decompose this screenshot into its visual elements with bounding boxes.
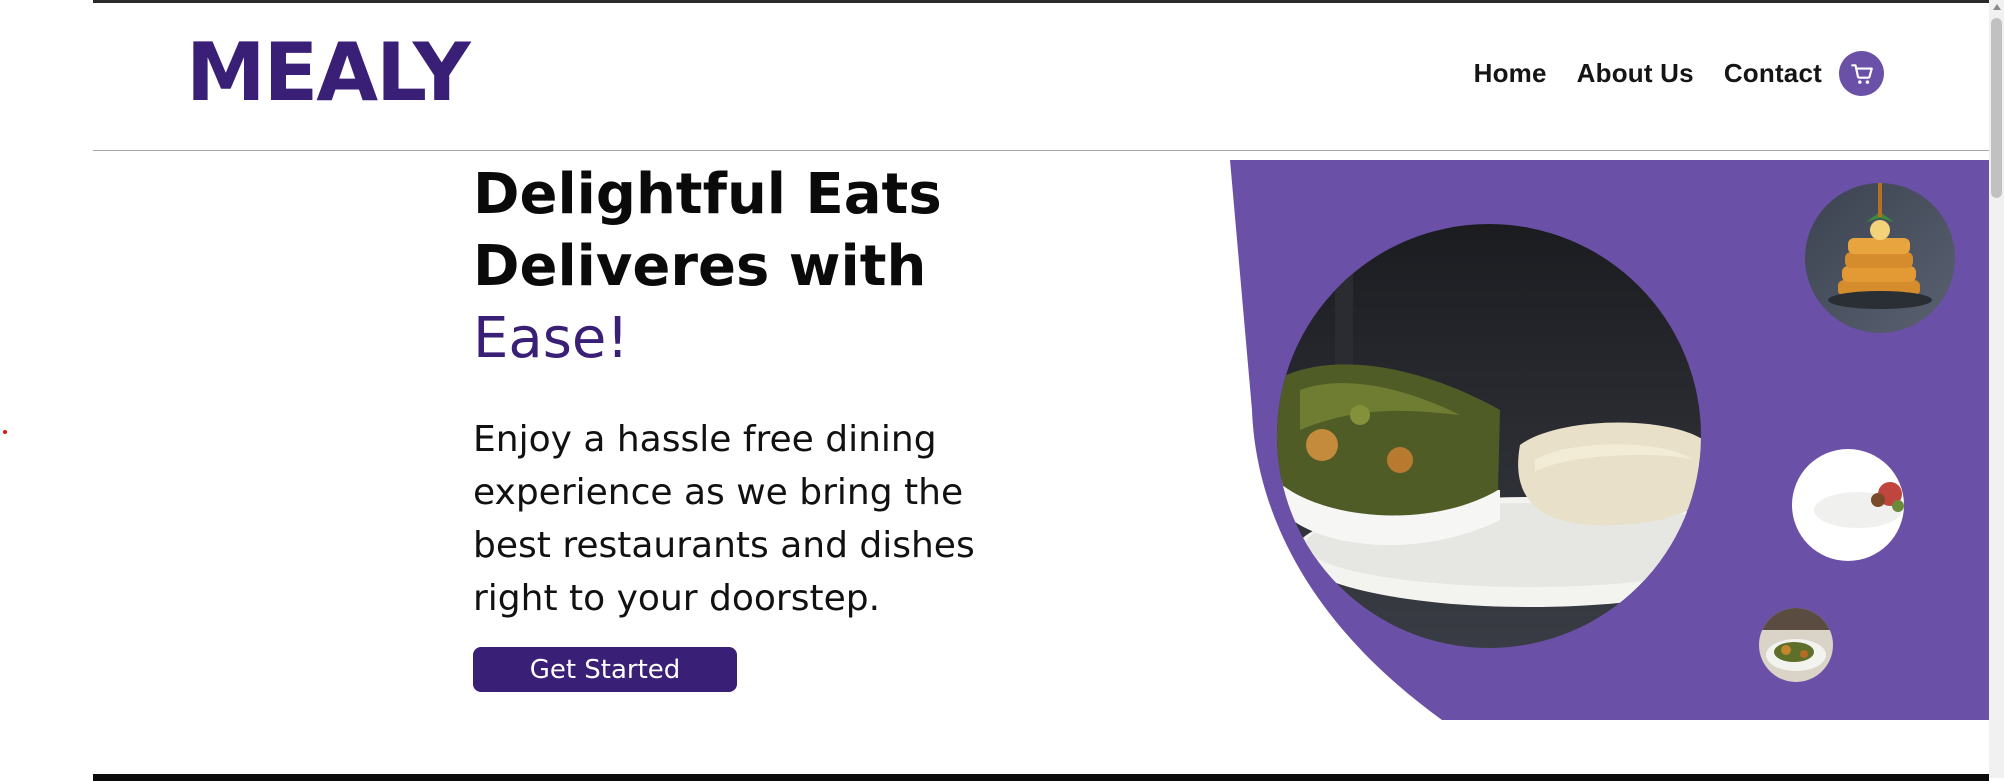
hero-subtext: Enjoy a hassle free dining experience as… — [473, 419, 975, 619]
red-dot-marker — [3, 430, 7, 434]
cart-icon — [1850, 63, 1873, 84]
hero-copy: Delightful Eats Deliveres with Ease! Enj… — [473, 159, 1033, 661]
main-nav: Home About Us Contact — [1444, 51, 1884, 96]
restaurant-meal-image — [1759, 608, 1833, 682]
site-header: MEALY Home About Us Contact — [93, 3, 1989, 151]
page: MEALY Home About Us Contact Delightful E… — [93, 0, 1990, 781]
headline-line-2: Deliveres with — [473, 234, 927, 299]
scroll-thumb[interactable] — [1991, 18, 2002, 198]
hero-art-svg — [1230, 160, 1990, 720]
nav-home[interactable]: Home — [1474, 58, 1547, 89]
scroll-up-arrow-icon[interactable] — [1993, 4, 2001, 10]
brand-logo[interactable]: MEALY — [186, 33, 471, 113]
hero-headline: Delightful Eats Deliveres with Ease! — [473, 159, 1033, 375]
pancakes-image — [1805, 183, 1955, 333]
page-scrollbar[interactable] — [1989, 0, 2004, 778]
hero-illustration — [1230, 160, 1990, 720]
get-started-button[interactable]: Get Started — [473, 647, 737, 692]
headline-line-1: Delightful Eats — [473, 162, 942, 227]
cart-button[interactable] — [1839, 51, 1884, 96]
headline-accent: Ease! — [473, 306, 629, 371]
plated-dish-image — [1792, 449, 1904, 561]
nav-contact[interactable]: Contact — [1724, 58, 1822, 89]
nav-about-us[interactable]: About Us — [1577, 58, 1694, 89]
